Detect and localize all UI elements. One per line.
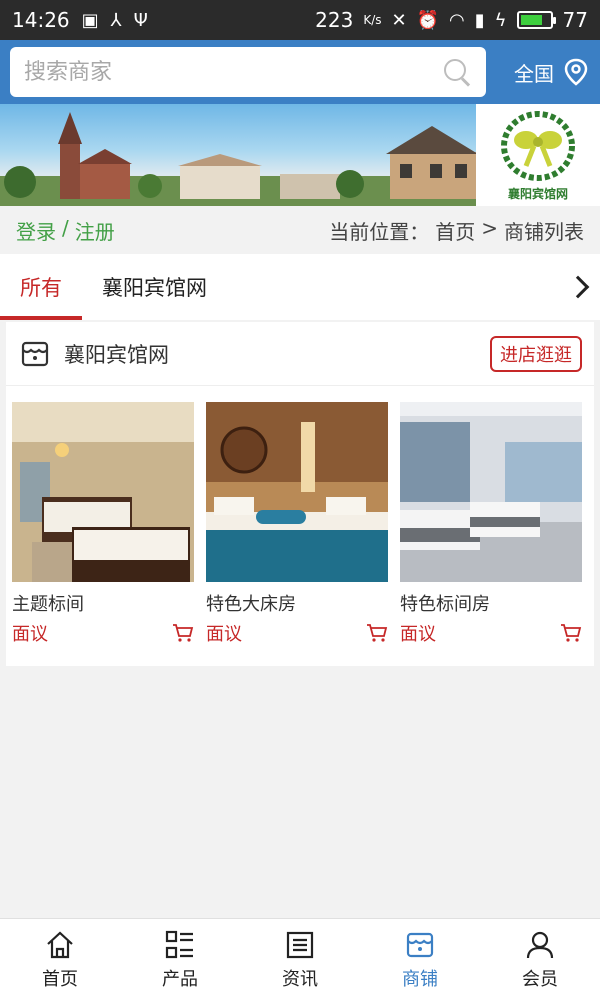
search-box[interactable] bbox=[10, 47, 486, 97]
category-tabs: 所有 襄阳宾馆网 bbox=[0, 254, 600, 320]
wifi-icon: ◠ bbox=[449, 9, 465, 31]
bottom-nav: 首页 产品 资讯 商铺 会员 bbox=[0, 918, 600, 1000]
region-selector[interactable]: 全国 bbox=[514, 57, 590, 87]
nav-label: 商铺 bbox=[402, 968, 438, 990]
cart-icon[interactable] bbox=[366, 623, 388, 643]
nav-products[interactable]: 产品 bbox=[120, 919, 240, 1000]
store-icon bbox=[21, 341, 49, 366]
share-icon: ⅄ bbox=[110, 9, 122, 31]
image-icon: ▣ bbox=[81, 9, 99, 31]
product-item[interactable]: 主题标间 面议 bbox=[12, 402, 194, 646]
twin-room-photo bbox=[400, 402, 582, 582]
register-link[interactable]: 注册 bbox=[75, 216, 115, 245]
product-item[interactable]: 特色标间房 面议 bbox=[400, 402, 582, 646]
nav-news[interactable]: 资讯 bbox=[240, 919, 360, 1000]
member-icon bbox=[526, 931, 554, 958]
battery-fill bbox=[520, 15, 543, 25]
product-name[interactable]: 特色大床房 bbox=[206, 590, 388, 616]
site-logo: 襄阳宾馆网 bbox=[476, 104, 600, 206]
tab-xiangyang-hotel[interactable]: 襄阳宾馆网 bbox=[82, 254, 227, 320]
nav-label: 资讯 bbox=[282, 968, 318, 990]
nav-shops[interactable]: 商铺 bbox=[360, 919, 480, 1000]
breadcrumb-current: 商铺列表 bbox=[504, 219, 584, 244]
mute-icon: ✕ bbox=[391, 9, 407, 31]
breadcrumb-row: 登录 / 注册 当前位置： 首页 > 商铺列表 bbox=[0, 206, 600, 254]
location-label: 当前位置： bbox=[329, 219, 430, 244]
charging-icon: ϟ bbox=[494, 9, 507, 31]
cart-icon[interactable] bbox=[172, 623, 194, 643]
search-icon[interactable] bbox=[442, 57, 472, 87]
search-input[interactable] bbox=[24, 59, 442, 85]
banner-photo bbox=[0, 104, 478, 206]
location-pin-icon bbox=[564, 58, 588, 86]
status-time: 14:26 bbox=[12, 8, 70, 32]
king-room-photo bbox=[206, 402, 388, 582]
nav-label: 首页 bbox=[42, 968, 78, 990]
login-link[interactable]: 登录 bbox=[16, 216, 56, 245]
breadcrumb-home[interactable]: 首页 bbox=[435, 216, 475, 245]
product-image[interactable] bbox=[400, 402, 582, 582]
breadcrumb-arrow: > bbox=[481, 215, 498, 240]
product-price: 面议 bbox=[12, 624, 48, 645]
shop-card: 襄阳宾馆网 进店逛逛 主题标间 面议 特色大床房 面议 特色标间房 面议 bbox=[6, 322, 594, 666]
product-footer: 面议 bbox=[206, 620, 388, 646]
product-price: 面议 bbox=[400, 624, 436, 645]
list-icon bbox=[165, 930, 193, 958]
shop-name[interactable]: 襄阳宾馆网 bbox=[64, 339, 169, 369]
net-speed: 223 bbox=[315, 8, 354, 32]
search-header: 全国 bbox=[0, 40, 600, 104]
alarm-icon: ⏰ bbox=[416, 9, 440, 31]
battery-percent: 77 bbox=[562, 8, 588, 32]
auth-links: 登录 / 注册 bbox=[16, 216, 115, 245]
chevron-right-icon bbox=[566, 275, 590, 299]
logo-text: 襄阳宾馆网 bbox=[507, 187, 568, 201]
product-price: 面议 bbox=[206, 624, 242, 645]
region-label: 全国 bbox=[514, 61, 554, 86]
shop-header: 襄阳宾馆网 进店逛逛 bbox=[6, 322, 594, 386]
product-image[interactable] bbox=[12, 402, 194, 582]
laurel-bow-logo-icon bbox=[501, 111, 575, 181]
product-list: 主题标间 面议 特色大床房 面议 特色标间房 面议 bbox=[6, 386, 594, 646]
status-bar: 14:26 ▣ ⅄ Ψ 223 K/s ✕ ⏰ ◠ ▮ ϟ 77 bbox=[0, 0, 600, 40]
product-name[interactable]: 特色标间房 bbox=[400, 590, 582, 616]
cart-icon[interactable] bbox=[560, 623, 582, 643]
product-footer: 面议 bbox=[400, 620, 582, 646]
auth-separator: / bbox=[62, 215, 69, 240]
battery-icon bbox=[516, 11, 556, 29]
theme-twin-room-photo bbox=[12, 402, 194, 582]
enter-shop-button[interactable]: 进店逛逛 bbox=[490, 335, 582, 372]
product-footer: 面议 bbox=[12, 620, 194, 646]
tabs-more-button[interactable] bbox=[556, 254, 600, 320]
usb-icon: Ψ bbox=[133, 9, 148, 31]
nav-member[interactable]: 会员 bbox=[480, 919, 600, 1000]
banner[interactable]: 襄阳宾馆网 bbox=[0, 104, 600, 206]
nav-label: 产品 bbox=[162, 968, 198, 990]
product-image[interactable] bbox=[206, 402, 388, 582]
signal-icon: ▮ bbox=[474, 9, 485, 31]
product-item[interactable]: 特色大床房 面议 bbox=[206, 402, 388, 646]
product-name[interactable]: 主题标间 bbox=[12, 590, 194, 616]
home-icon bbox=[47, 931, 73, 958]
nav-label: 会员 bbox=[522, 968, 558, 990]
breadcrumb: 当前位置： 首页 > 商铺列表 bbox=[329, 216, 584, 245]
news-icon bbox=[286, 931, 314, 958]
shop-icon bbox=[406, 932, 434, 957]
nav-home[interactable]: 首页 bbox=[0, 919, 120, 1000]
tab-all[interactable]: 所有 bbox=[0, 254, 82, 320]
banner-buildings-image bbox=[0, 112, 478, 206]
net-unit: K/s bbox=[363, 13, 382, 27]
